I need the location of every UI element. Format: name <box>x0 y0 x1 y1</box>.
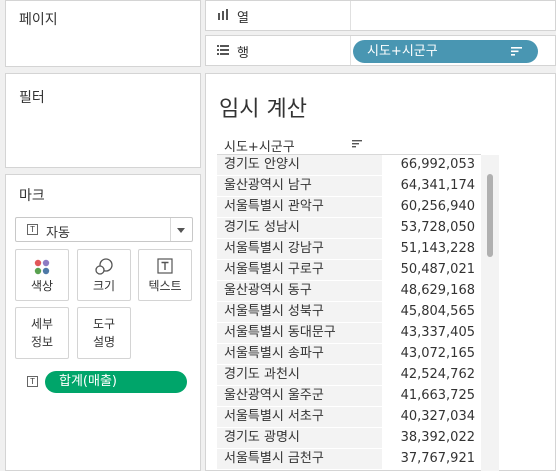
pages-card[interactable]: 페이지 <box>5 0 201 67</box>
rows-icon <box>217 45 229 55</box>
detail-label-line2: 정보 <box>30 335 54 349</box>
pages-card-title: 페이지 <box>19 12 58 28</box>
sales-value-cell[interactable]: 37,767,921 <box>382 449 481 469</box>
color-icon <box>34 259 50 275</box>
sum-sales-pill[interactable]: 합계(매출) <box>45 371 187 393</box>
size-icon <box>95 258 113 275</box>
table-row[interactable]: 서울특별시 서초구 40,327,034 <box>217 407 481 428</box>
mark-type-label: 자동 <box>46 226 70 241</box>
region-pill[interactable]: 시도+시군구 <box>353 40 538 63</box>
table-row[interactable]: 서울특별시 성북구 45,804,565 <box>217 302 481 323</box>
color-button-label: 색상 <box>30 279 54 293</box>
region-name-cell[interactable]: 서울특별시 관악구 <box>217 197 382 217</box>
dropdown-divider <box>170 218 171 241</box>
text-encoding-icon: T <box>27 376 38 387</box>
table-row[interactable]: 울산광역시 울주군 41,663,725 <box>217 386 481 407</box>
region-pill-label: 시도+시군구 <box>367 44 438 59</box>
region-name-cell[interactable]: 울산광역시 남구 <box>217 176 382 196</box>
filters-card[interactable]: 필터 <box>5 73 201 168</box>
table-row[interactable]: 경기도 과천시 42,524,762 <box>217 365 481 386</box>
detail-button-label: 세부 정보 <box>16 315 68 351</box>
color-button[interactable]: 색상 <box>15 249 69 301</box>
sales-value-cell[interactable]: 40,327,034 <box>382 407 481 427</box>
sales-value-cell[interactable]: 43,072,165 <box>382 344 481 364</box>
sort-descending-icon[interactable] <box>352 140 363 148</box>
table-row[interactable]: 서울특별시 관악구 60,256,940 <box>217 197 481 218</box>
table-row[interactable]: 경기도 성남시 53,728,050 <box>217 218 481 239</box>
region-name-cell[interactable]: 경기도 성남시 <box>217 218 382 238</box>
table-row[interactable]: 경기도 광명시 38,392,022 <box>217 428 481 449</box>
detail-button[interactable]: 세부 정보 <box>15 307 69 359</box>
region-name-cell[interactable]: 서울특별시 금천구 <box>217 449 382 469</box>
sales-value-cell[interactable]: 43,337,405 <box>382 323 481 343</box>
view-area: 임시 계산 시도+시군구 경기도 안양시 66,992,053 울산광역시 남구 64… <box>205 73 556 471</box>
sales-value-cell[interactable]: 48,629,168 <box>382 281 481 301</box>
table-row[interactable]: 서울특별시 금천구 37,767,921 <box>217 449 481 470</box>
columns-shelf[interactable]: 열 <box>205 0 556 31</box>
sales-value-cell[interactable]: 42,524,762 <box>382 365 481 385</box>
marks-card-title: 마크 <box>19 188 45 204</box>
region-name-cell[interactable]: 울산광역시 동구 <box>217 281 382 301</box>
sort-descending-icon[interactable] <box>511 47 522 56</box>
region-name-cell[interactable]: 경기도 광명시 <box>217 428 382 448</box>
rows-shelf-label: 행 <box>237 46 249 61</box>
table-row[interactable]: 울산광역시 동구 48,629,168 <box>217 281 481 302</box>
columns-icon <box>218 9 228 20</box>
region-name-cell[interactable]: 서울특별시 강남구 <box>217 239 382 259</box>
text-icon <box>157 258 173 274</box>
region-name-cell[interactable]: 경기도 안양시 <box>217 155 382 175</box>
columns-shelf-label: 열 <box>237 11 249 26</box>
region-name-cell[interactable]: 경기도 과천시 <box>217 365 382 385</box>
sales-value-cell[interactable]: 51,143,228 <box>382 239 481 259</box>
shelf-divider <box>350 36 351 65</box>
chevron-down-icon <box>177 228 185 233</box>
region-name-cell[interactable]: 울산광역시 울주군 <box>217 386 382 406</box>
sales-value-cell[interactable]: 45,804,565 <box>382 302 481 322</box>
table-row[interactable]: 서울특별시 송파구 43,072,165 <box>217 344 481 365</box>
sales-value-cell[interactable]: 41,663,725 <box>382 386 481 406</box>
table-row[interactable]: 서울특별시 강남구 51,143,228 <box>217 239 481 260</box>
region-name-cell[interactable]: 서울특별시 서초구 <box>217 407 382 427</box>
tooltip-button[interactable]: 도구 설명 <box>77 307 131 359</box>
filters-card-title: 필터 <box>19 90 45 106</box>
tooltip-button-label: 도구 설명 <box>78 315 130 351</box>
table-row[interactable]: 서울특별시 구로구 50,487,021 <box>217 260 481 281</box>
sales-value-cell[interactable]: 66,992,053 <box>382 155 481 175</box>
sales-value-cell[interactable]: 50,487,021 <box>382 260 481 280</box>
column-header[interactable]: 시도+시군구 <box>224 136 295 155</box>
tooltip-label-line1: 도구 <box>92 317 116 331</box>
sales-value-cell[interactable]: 53,728,050 <box>382 218 481 238</box>
scrollbar-thumb[interactable] <box>487 174 493 257</box>
text-mark-icon: T <box>27 224 38 235</box>
sales-value-cell[interactable]: 60,256,940 <box>382 197 481 217</box>
region-name-cell[interactable]: 서울특별시 구로구 <box>217 260 382 280</box>
region-name-cell[interactable]: 서울특별시 동대문구 <box>217 323 382 343</box>
table-row[interactable]: 경기도 안양시 66,992,053 <box>217 155 481 176</box>
text-button-label: 텍스트 <box>148 279 182 293</box>
table-body: 경기도 안양시 66,992,053 울산광역시 남구 64,341,174 서울특별시… <box>217 155 481 470</box>
shelf-divider <box>350 1 351 30</box>
marks-card: 마크 T 자동 색상 크기 텍스트 세부 정보 도구 설명 T 합계(매출) <box>5 174 201 471</box>
sales-value-cell[interactable]: 38,392,022 <box>382 428 481 448</box>
region-name-cell[interactable]: 서울특별시 성북구 <box>217 302 382 322</box>
tooltip-label-line2: 설명 <box>92 335 116 349</box>
region-name-cell[interactable]: 서울특별시 송파구 <box>217 344 382 364</box>
table-row[interactable]: 서울특별시 동대문구 43,337,405 <box>217 323 481 344</box>
sheet-title: 임시 계산 <box>219 97 307 122</box>
size-button[interactable]: 크기 <box>77 249 131 301</box>
table-row[interactable]: 울산광역시 남구 64,341,174 <box>217 176 481 197</box>
rows-shelf[interactable]: 행 시도+시군구 <box>205 35 556 66</box>
size-button-label: 크기 <box>92 279 116 293</box>
mark-type-dropdown[interactable]: T 자동 <box>15 217 193 242</box>
detail-label-line1: 세부 <box>30 317 54 331</box>
sales-value-cell[interactable]: 64,341,174 <box>382 176 481 196</box>
text-button[interactable]: 텍스트 <box>138 249 192 301</box>
